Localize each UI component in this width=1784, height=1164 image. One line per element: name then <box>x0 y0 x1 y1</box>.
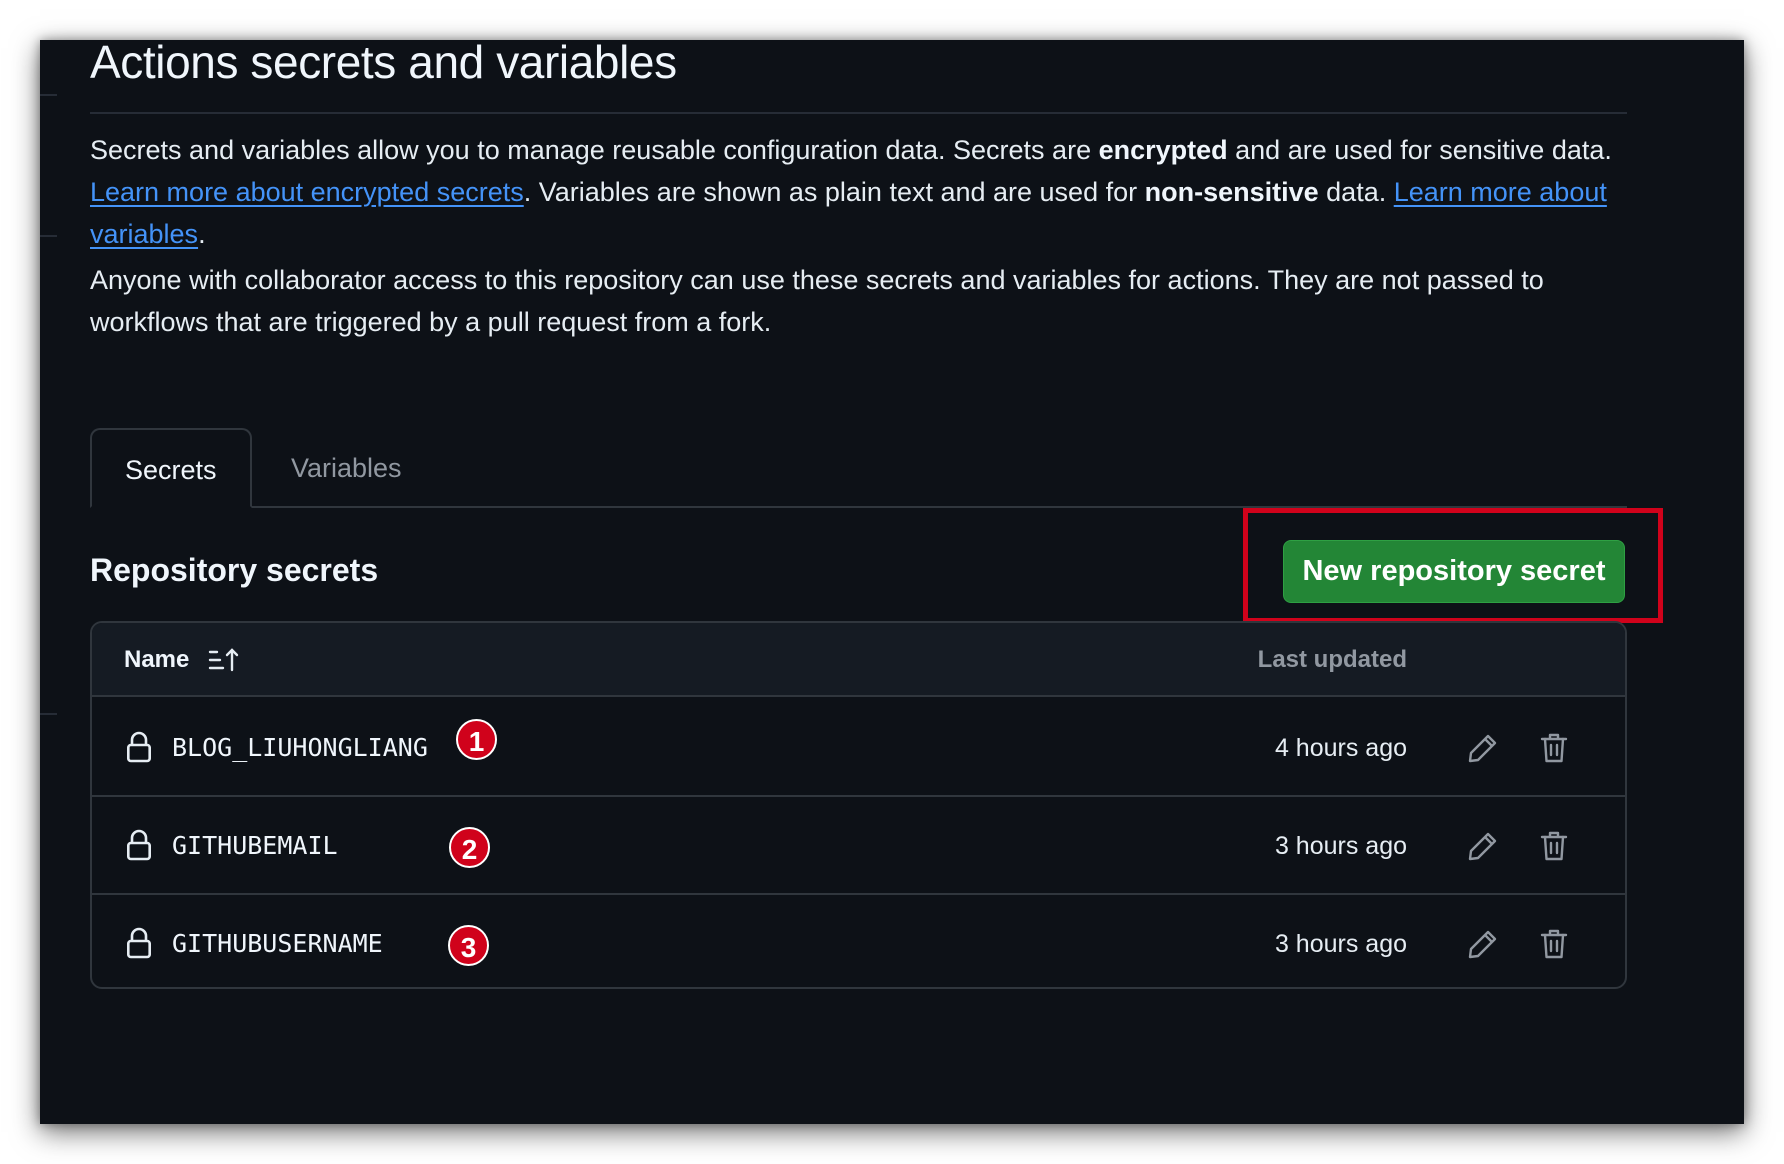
intro-text: . <box>198 219 206 249</box>
last-updated-value: 3 hours ago <box>1274 832 1407 860</box>
table-header: Name Last updated <box>92 623 1625 697</box>
sort-ascending-icon[interactable] <box>208 647 242 673</box>
new-repository-secret-button[interactable]: New repository secret <box>1283 540 1625 603</box>
column-header-name[interactable]: Name <box>124 623 189 697</box>
table-row: GITHUBUSERNAME 3 3 hours ago <box>92 895 1625 987</box>
secret-name: GITHUBUSERNAME <box>172 929 383 958</box>
secret-name: GITHUBEMAIL <box>172 831 338 860</box>
table-row: BLOG_LIUHONGLIANG 1 4 hours ago <box>92 699 1625 797</box>
title-divider <box>90 112 1627 114</box>
page-title: Actions secrets and variables <box>90 40 677 88</box>
pencil-icon[interactable] <box>1467 732 1499 764</box>
secret-name: BLOG_LIUHONGLIANG <box>172 733 428 762</box>
intro-text: Secrets and variables allow you to manag… <box>90 135 1099 165</box>
section-title: Repository secrets <box>90 552 379 588</box>
column-header-last-updated: Last updated <box>1257 646 1407 673</box>
lock-icon <box>126 731 151 763</box>
sidebar-divider <box>40 94 57 96</box>
lock-icon <box>126 927 151 959</box>
intro-text: . Variables are shown as plain text and … <box>523 177 1145 207</box>
last-updated-value: 4 hours ago <box>1274 734 1407 762</box>
intro-text: data. <box>1318 177 1394 207</box>
annotation-badge: 2 <box>449 827 490 868</box>
pencil-icon[interactable] <box>1467 928 1499 960</box>
tab-secrets[interactable]: Secrets <box>90 428 252 508</box>
settings-panel: Actions secrets and variables Secrets an… <box>40 40 1744 1124</box>
trash-icon[interactable] <box>1539 830 1569 862</box>
sidebar-divider <box>40 713 57 715</box>
annotation-badge: 3 <box>448 925 489 966</box>
intro-bold-non-sensitive: non-sensitive <box>1144 177 1319 207</box>
trash-icon[interactable] <box>1539 928 1569 960</box>
sidebar-divider <box>40 235 57 237</box>
last-updated-value: 3 hours ago <box>1274 930 1407 958</box>
annotation-badge: 1 <box>456 719 497 760</box>
intro-paragraph: Secrets and variables allow you to manag… <box>90 129 1650 255</box>
intro-bold-encrypted: encrypted <box>1098 135 1228 165</box>
trash-icon[interactable] <box>1539 732 1569 764</box>
access-note: Anyone with collaborator access to this … <box>90 265 1544 337</box>
tab-bar: Secrets Variables <box>90 428 1627 508</box>
lock-icon <box>126 829 151 861</box>
secrets-table: Name Last updated BLOG_LIUHONGLIANG 1 4 … <box>90 621 1627 989</box>
encrypted-secrets-link[interactable]: Learn more about encrypted secrets <box>90 177 524 207</box>
tab-variables[interactable]: Variables <box>258 428 435 508</box>
intro-text: and are used for sensitive data. <box>1227 135 1612 165</box>
pencil-icon[interactable] <box>1467 830 1499 862</box>
table-row: GITHUBEMAIL 2 3 hours ago <box>92 797 1625 895</box>
